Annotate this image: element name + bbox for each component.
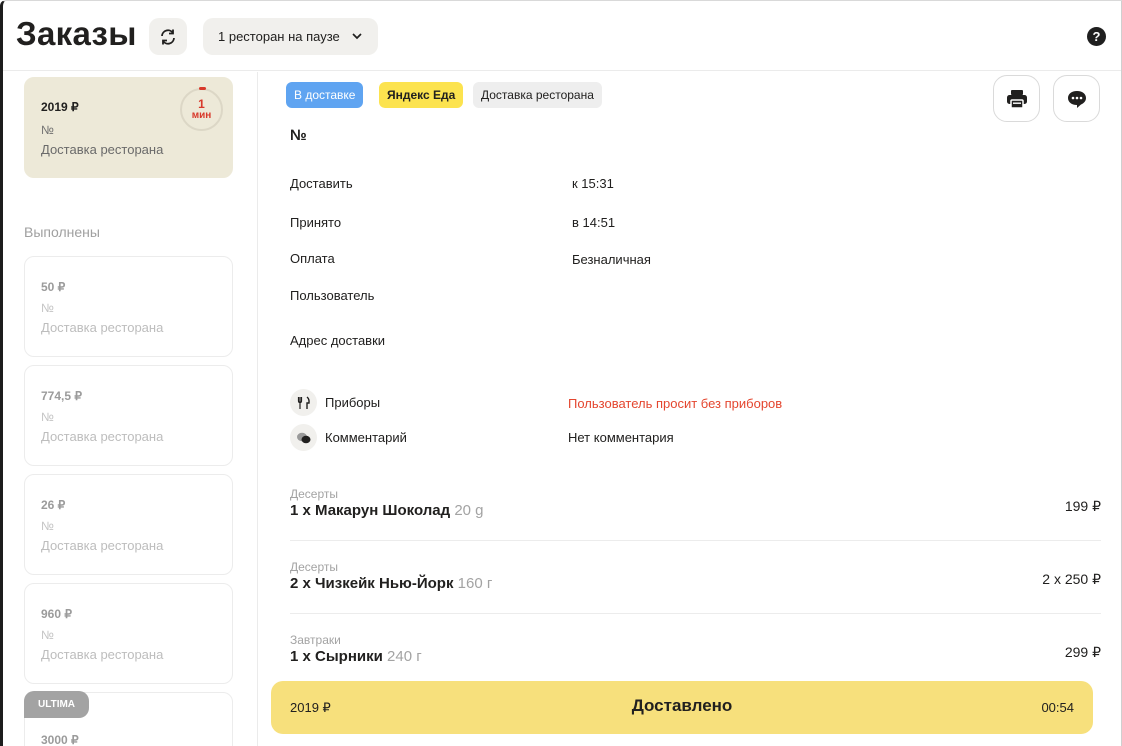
item-name: 1 x Сырники 240 г (290, 648, 1101, 665)
order-price: 2019 ₽ (41, 100, 79, 114)
order-card[interactable]: 960 ₽ № Доставка ресторана (24, 583, 233, 684)
ultima-badge: ULTIMA (24, 691, 90, 718)
orders-sidebar: 2019 ₽ № Доставка ресторана 1 мин Выполн… (3, 72, 258, 746)
timer-unit: мин (191, 110, 212, 121)
order-number: № (41, 123, 54, 137)
chat-button[interactable] (1053, 75, 1100, 122)
order-price: 960 ₽ (41, 607, 72, 621)
item-title: 1 x Сырники (290, 648, 383, 665)
printer-icon (1006, 89, 1027, 109)
done-section-title: Выполнены (24, 224, 100, 240)
order-number: № (41, 628, 54, 642)
paused-restaurants-label: 1 ресторан на паузе (218, 29, 340, 44)
comment-value: Нет комментария (568, 430, 674, 445)
order-detail-panel: В доставке Яндекс Еда Доставка ресторана… (259, 72, 1121, 746)
item-divider (290, 613, 1101, 614)
order-number: № (41, 410, 54, 424)
comment-label: Комментарий (325, 430, 407, 445)
field-label-user: Пользователь (290, 288, 375, 303)
item-category: Десерты (290, 560, 339, 574)
order-price: 26 ₽ (41, 498, 66, 512)
item-category: Завтраки (290, 633, 341, 647)
print-button[interactable] (993, 75, 1040, 122)
chat-icon (1067, 90, 1086, 108)
item-price: 299 ₽ (1064, 644, 1101, 660)
comment-icon (290, 424, 317, 451)
field-label-accepted: Принято (290, 215, 342, 230)
field-label-address: Адрес доставки (290, 333, 386, 348)
timer-progress-arc (199, 87, 206, 90)
order-type: Доставка ресторана (41, 538, 164, 553)
order-number-heading: № (290, 127, 307, 144)
field-value-accepted: в 14:51 (572, 215, 616, 230)
item-title: 2 x Чизкейк Нью-Йорк (290, 575, 454, 592)
order-elapsed-time: 00:54 (1041, 700, 1074, 715)
order-type: Доставка ресторана (41, 429, 164, 444)
order-price: 3000 ₽ (41, 733, 79, 746)
paused-restaurants-dropdown[interactable]: 1 ресторан на паузе (203, 18, 378, 55)
service-badge-yandex: Яндекс Еда (379, 82, 464, 108)
chevron-down-icon (352, 33, 362, 40)
top-bar: Заказы 1 ресторан на паузе ? (3, 1, 1121, 71)
app-window: Заказы 1 ресторан на паузе ? 2019 ₽ № До… (0, 0, 1122, 746)
delivery-type-badge: Доставка ресторана (473, 82, 602, 108)
item-category: Десерты (290, 487, 339, 501)
status-badge-delivery: В доставке (286, 82, 364, 108)
order-type: Доставка ресторана (41, 320, 164, 335)
item-weight: 20 g (454, 502, 484, 519)
timer-badge: 1 мин (180, 87, 223, 131)
order-card[interactable]: 50 ₽ № Доставка ресторана (24, 256, 233, 357)
item-weight: 240 г (387, 648, 422, 665)
timer-value: 1 (198, 97, 205, 111)
order-card[interactable]: 26 ₽ № Доставка ресторана (24, 474, 233, 575)
order-number: № (41, 519, 54, 533)
cutlery-label: Приборы (325, 395, 381, 410)
order-status-bar[interactable]: 2019 ₽ Доставлено 00:54 (271, 681, 1093, 734)
field-value-deliver: к 15:31 (572, 176, 614, 191)
item-weight: 160 г (457, 575, 493, 592)
order-card-active[interactable]: 2019 ₽ № Доставка ресторана 1 мин (24, 77, 233, 178)
order-item: Десерты 1 x Макарун Шоколад 20 g 199 ₽ (290, 487, 1101, 519)
order-status-label: Доставлено (631, 696, 733, 715)
item-divider (290, 540, 1101, 541)
order-type: Доставка ресторана (41, 647, 164, 662)
item-name: 1 x Макарун Шоколад 20 g (290, 502, 1101, 519)
cutlery-icon (290, 389, 317, 416)
order-card[interactable]: 774,5 ₽ № Доставка ресторана (24, 365, 233, 466)
order-type: Доставка ресторана (41, 142, 164, 157)
order-item: Десерты 2 x Чизкейк Нью-Йорк 160 г 2 x 2… (290, 560, 1101, 592)
refresh-icon (161, 28, 175, 45)
order-item: Завтраки 1 x Сырники 240 г 299 ₽ (290, 633, 1101, 665)
order-price: 774,5 ₽ (41, 389, 82, 403)
item-name: 2 x Чизкейк Нью-Йорк 160 г (290, 575, 1101, 592)
item-price: 2 x 250 ₽ (1042, 571, 1101, 587)
item-price: 199 ₽ (1064, 498, 1101, 514)
cutlery-value: Пользователь просит без приборов (568, 396, 783, 411)
item-title: 1 x Макарун Шоколад (290, 502, 451, 519)
order-number: № (41, 301, 54, 315)
help-icon[interactable]: ? (1087, 27, 1106, 46)
refresh-button[interactable] (149, 18, 187, 55)
field-value-payment: Безналичная (572, 252, 651, 267)
field-label-payment: Оплата (290, 251, 335, 266)
order-price: 50 ₽ (41, 280, 66, 294)
field-label-deliver: Доставить (290, 176, 353, 191)
page-title: Заказы (16, 15, 137, 52)
